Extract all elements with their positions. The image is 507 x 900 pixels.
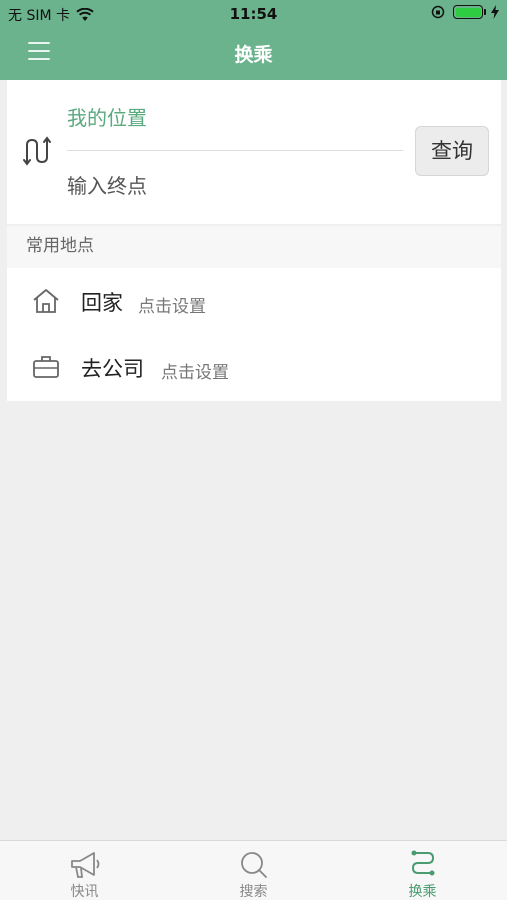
battery-icon (453, 5, 486, 19)
app-header: 无 SIM 卡 11:54 换乘 (0, 0, 507, 80)
common-places-card: 常用地点 回家 点击设置 去公司 点击设置 (7, 226, 501, 401)
place-hint: 点击设置 (161, 363, 229, 383)
status-right (431, 5, 499, 19)
origin-input[interactable]: 我的位置 (67, 102, 403, 132)
swap-route-icon[interactable] (23, 135, 53, 167)
tab-label: 搜索 (239, 884, 268, 900)
common-places-header: 常用地点 (7, 226, 501, 268)
place-item-company[interactable]: 去公司 点击设置 (7, 334, 501, 400)
megaphone-icon (71, 852, 100, 878)
tab-label: 快讯 (70, 884, 99, 900)
tab-search[interactable]: 搜索 (169, 841, 338, 900)
page-title: 换乘 (234, 44, 273, 66)
tab-news[interactable]: 快讯 (0, 841, 169, 900)
briefcase-icon (33, 356, 59, 378)
status-bar: 无 SIM 卡 11:54 (0, 0, 507, 28)
tab-transfer[interactable]: 换乘 (338, 841, 507, 900)
tab-bar: 快讯 搜索 换乘 (0, 840, 507, 900)
home-icon (33, 289, 59, 313)
battery-level (455, 7, 481, 17)
charging-icon (491, 5, 499, 19)
transfer-route-icon (411, 850, 435, 876)
place-name: 去公司 (81, 357, 144, 381)
route-search-card: 我的位置 输入终点 查询 (7, 80, 501, 224)
destination-input[interactable]: 输入终点 (67, 170, 403, 200)
place-item-home[interactable]: 回家 点击设置 (7, 268, 501, 334)
input-divider (67, 150, 403, 151)
orientation-lock-icon (431, 5, 445, 19)
place-name: 回家 (81, 291, 123, 315)
search-icon (241, 852, 267, 878)
navbar: 换乘 (0, 28, 507, 80)
query-button[interactable]: 查询 (415, 126, 489, 176)
tab-label: 换乘 (408, 884, 437, 900)
place-hint: 点击设置 (138, 297, 206, 317)
